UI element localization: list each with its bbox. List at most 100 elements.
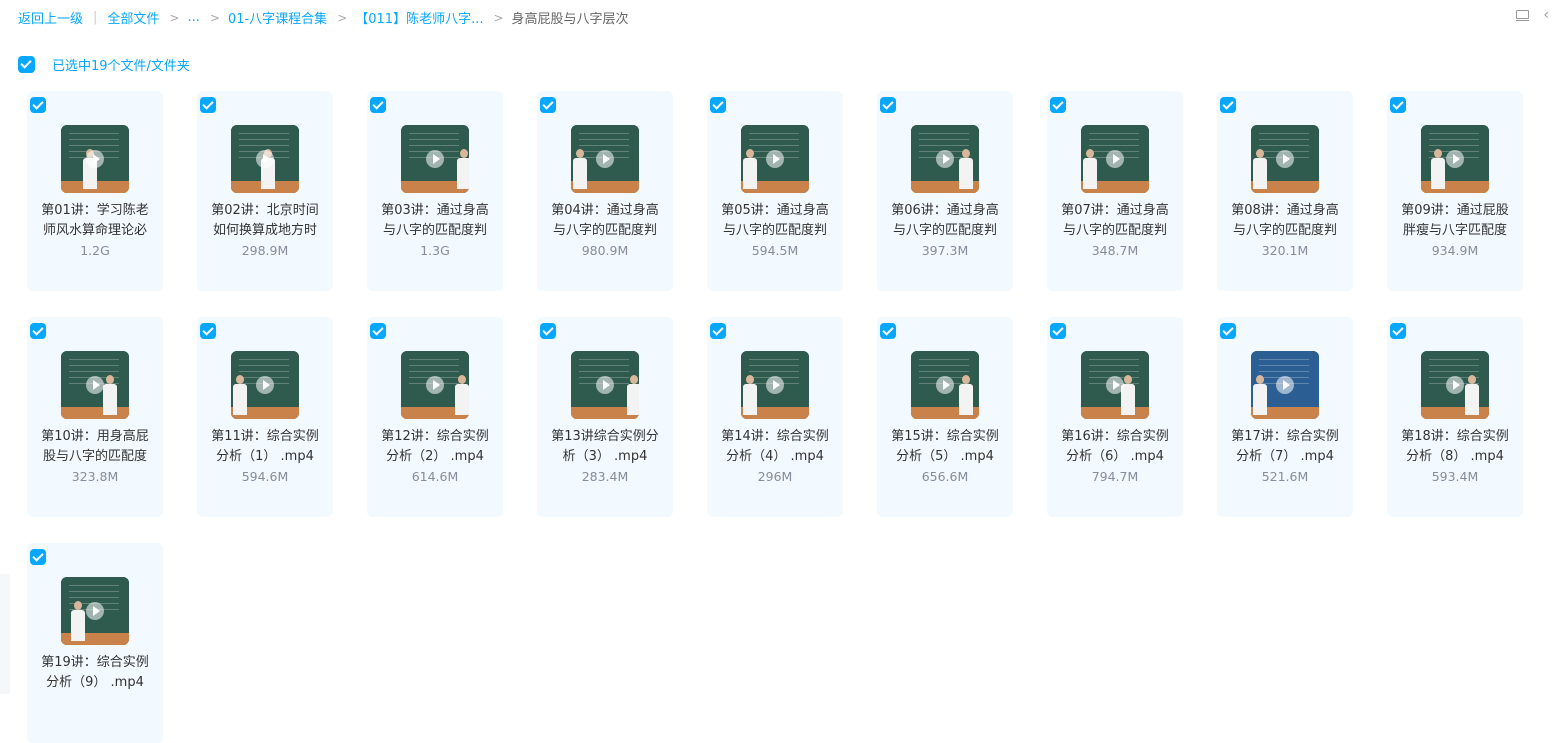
file-name: 第03讲：通过身高与八字的匹配度判 <box>381 203 489 238</box>
list-view-icon[interactable] <box>1515 9 1530 22</box>
play-icon[interactable] <box>1106 376 1124 394</box>
chevron-left-icon[interactable]: ‹ <box>1543 8 1549 22</box>
file-card[interactable]: 第07讲：通过身高与八字的匹配度判 348.7M <box>1047 91 1183 291</box>
video-thumbnail[interactable] <box>1251 351 1319 419</box>
video-thumbnail[interactable] <box>231 351 299 419</box>
file-checkbox[interactable] <box>1050 97 1066 113</box>
video-thumbnail[interactable] <box>741 351 809 419</box>
breadcrumb-folder-chen[interactable]: 【011】陈老师八字... <box>355 8 483 27</box>
file-checkbox[interactable] <box>880 323 896 339</box>
file-card[interactable]: 第06讲：通过身高与八字的匹配度判 397.3M <box>877 91 1013 291</box>
play-icon[interactable] <box>1276 150 1294 168</box>
file-checkbox[interactable] <box>880 97 896 113</box>
file-size: 323.8M <box>71 469 119 484</box>
play-icon[interactable] <box>1446 150 1464 168</box>
file-card[interactable]: 第01讲：学习陈老师风水算命理论必 1.2G <box>27 91 163 291</box>
play-icon[interactable] <box>596 376 614 394</box>
file-name: 第02讲：北京时间如何换算成地方时 <box>211 203 319 238</box>
breadcrumb-ellipsis[interactable]: ... <box>187 10 199 25</box>
breadcrumb-folder-courses[interactable]: 01-八字课程合集 <box>228 8 327 27</box>
file-card[interactable]: 第12讲：综合实例分析（2） .mp4 614.6M <box>367 317 503 517</box>
chevron-right-icon: > <box>169 10 180 25</box>
file-card[interactable]: 第04讲：通过身高与八字的匹配度判 980.9M <box>537 91 673 291</box>
file-card[interactable]: 第19讲：综合实例分析（9） .mp4 <box>27 543 163 743</box>
video-thumbnail[interactable] <box>1081 125 1149 193</box>
file-checkbox[interactable] <box>200 323 216 339</box>
file-card[interactable]: 第18讲：综合实例分析（8） .mp4 593.4M <box>1387 317 1523 517</box>
file-checkbox[interactable] <box>370 323 386 339</box>
video-thumbnail[interactable] <box>61 577 129 645</box>
file-checkbox[interactable] <box>710 97 726 113</box>
play-icon[interactable] <box>1106 150 1124 168</box>
select-all-checkbox[interactable] <box>18 56 35 73</box>
file-checkbox[interactable] <box>1050 323 1066 339</box>
file-checkbox[interactable] <box>540 97 556 113</box>
file-checkbox[interactable] <box>30 323 46 339</box>
play-icon[interactable] <box>256 150 274 168</box>
file-checkbox[interactable] <box>30 97 46 113</box>
file-checkbox[interactable] <box>710 323 726 339</box>
video-thumbnail[interactable] <box>911 125 979 193</box>
video-thumbnail[interactable] <box>741 125 809 193</box>
play-icon[interactable] <box>86 602 104 620</box>
thumbnail-person <box>627 375 639 415</box>
file-card[interactable]: 第17讲：综合实例分析（7） .mp4 521.6M <box>1217 317 1353 517</box>
video-thumbnail[interactable] <box>1081 351 1149 419</box>
video-thumbnail[interactable] <box>571 351 639 419</box>
play-icon[interactable] <box>256 376 274 394</box>
file-checkbox[interactable] <box>540 323 556 339</box>
play-icon[interactable] <box>86 150 104 168</box>
file-card[interactable]: 第03讲：通过身高与八字的匹配度判 1.3G <box>367 91 503 291</box>
file-card[interactable]: 第16讲：综合实例分析（6） .mp4 794.7M <box>1047 317 1183 517</box>
file-card[interactable]: 第13讲综合实例分析（3） .mp4 283.4M <box>537 317 673 517</box>
play-icon[interactable] <box>1446 376 1464 394</box>
file-checkbox[interactable] <box>1390 323 1406 339</box>
back-link[interactable]: 返回上一级 <box>18 8 83 27</box>
video-thumbnail[interactable] <box>231 125 299 193</box>
video-thumbnail[interactable] <box>61 351 129 419</box>
breadcrumb-divider: | <box>93 10 98 25</box>
video-thumbnail[interactable] <box>401 125 469 193</box>
file-size: 934.9M <box>1431 243 1479 258</box>
file-checkbox[interactable] <box>370 97 386 113</box>
play-icon[interactable] <box>426 150 444 168</box>
file-checkbox[interactable] <box>1220 97 1236 113</box>
file-card[interactable]: 第05讲：通过身高与八字的匹配度判 594.5M <box>707 91 843 291</box>
video-thumbnail[interactable] <box>401 351 469 419</box>
thumbnail-person <box>1083 149 1097 189</box>
breadcrumb-root[interactable]: 全部文件 <box>107 8 159 27</box>
thumbnail-person <box>1253 375 1267 415</box>
file-size: 1.2G <box>80 243 110 258</box>
play-icon[interactable] <box>1276 376 1294 394</box>
file-card[interactable]: 第08讲：通过身高与八字的匹配度判 320.1M <box>1217 91 1353 291</box>
file-size: 594.5M <box>751 243 799 258</box>
file-checkbox[interactable] <box>1390 97 1406 113</box>
file-card[interactable]: 第09讲：通过屁股胖瘦与八字匹配度 934.9M <box>1387 91 1523 291</box>
video-thumbnail[interactable] <box>61 125 129 193</box>
file-size: 1.3G <box>420 243 450 258</box>
play-icon[interactable] <box>86 376 104 394</box>
file-card[interactable]: 第10讲：用身高屁股与八字的匹配度 323.8M <box>27 317 163 517</box>
play-icon[interactable] <box>936 150 954 168</box>
file-card[interactable]: 第02讲：北京时间如何换算成地方时 298.9M <box>197 91 333 291</box>
file-checkbox[interactable] <box>200 97 216 113</box>
file-checkbox[interactable] <box>30 549 46 565</box>
play-icon[interactable] <box>596 150 614 168</box>
file-card[interactable]: 第11讲：综合实例分析（1） .mp4 594.6M <box>197 317 333 517</box>
play-icon[interactable] <box>936 376 954 394</box>
play-icon[interactable] <box>426 376 444 394</box>
video-thumbnail[interactable] <box>1421 125 1489 193</box>
breadcrumb-current: 身高屁股与八字层次 <box>511 12 629 27</box>
video-thumbnail[interactable] <box>1421 351 1489 419</box>
video-thumbnail[interactable] <box>911 351 979 419</box>
file-name: 第04讲：通过身高与八字的匹配度判 <box>551 203 659 238</box>
selection-count: 已选中19个文件/文件夹 <box>52 59 190 74</box>
video-thumbnail[interactable] <box>1251 125 1319 193</box>
file-checkbox[interactable] <box>1220 323 1236 339</box>
file-card[interactable]: 第14讲：综合实例分析（4） .mp4 296M <box>707 317 843 517</box>
play-icon[interactable] <box>766 150 784 168</box>
chevron-right-icon: > <box>209 10 220 25</box>
play-icon[interactable] <box>766 376 784 394</box>
video-thumbnail[interactable] <box>571 125 639 193</box>
file-card[interactable]: 第15讲：综合实例分析（5） .mp4 656.6M <box>877 317 1013 517</box>
